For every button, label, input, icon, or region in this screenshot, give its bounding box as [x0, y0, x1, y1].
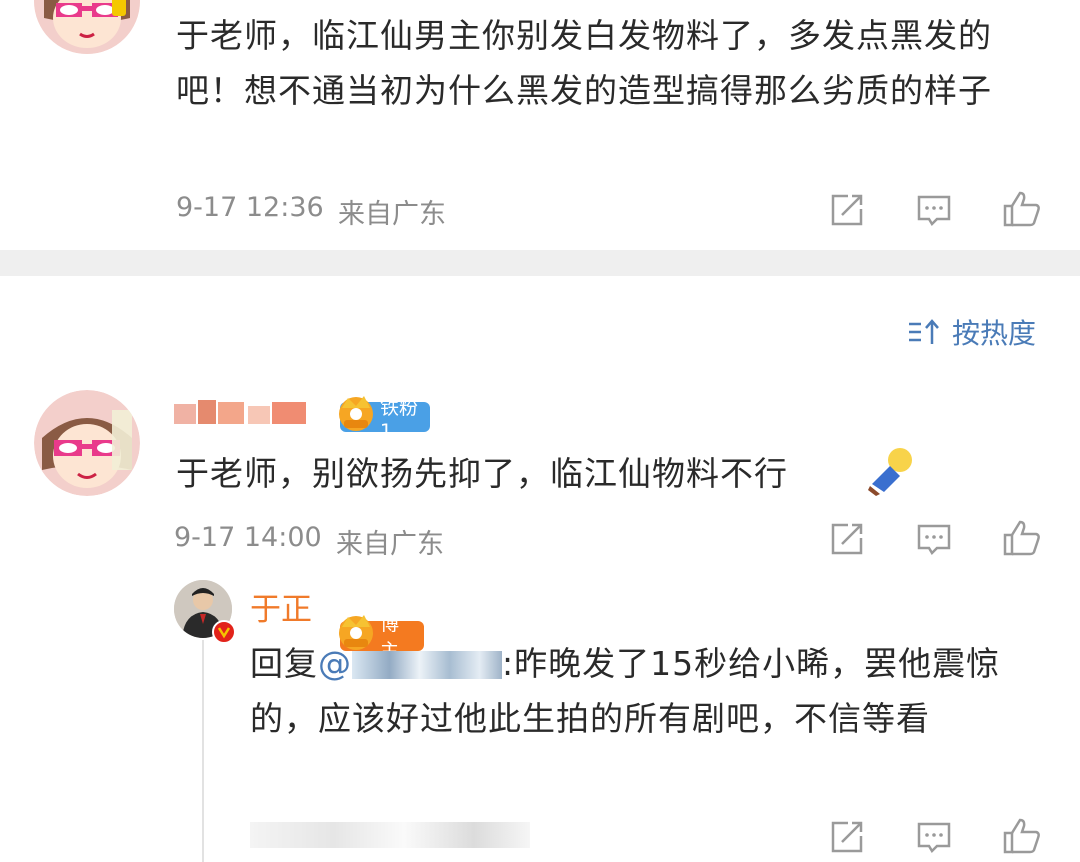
comment2-time: 9-17 14:00	[174, 522, 322, 553]
reply-meta-redacted	[250, 822, 530, 848]
sort-label: 按热度	[952, 317, 1037, 350]
like-button-3[interactable]	[1002, 816, 1042, 856]
comment-icon	[917, 822, 951, 854]
avatar-badge	[112, 0, 126, 16]
comment-icon	[917, 524, 951, 556]
comment1-time: 9-17 12:36	[176, 192, 324, 223]
comment-button-2[interactable]	[915, 520, 953, 558]
thumbs-up-icon	[1003, 520, 1040, 556]
redacted-mention	[352, 651, 502, 679]
section-divider	[0, 250, 1080, 276]
sticker-icon	[868, 448, 912, 496]
emoji-sticker	[866, 444, 918, 500]
comment2-location: 来自广东	[336, 529, 444, 560]
reply-username[interactable]: 于正	[250, 584, 312, 629]
sort-icon	[909, 319, 939, 344]
fan-badge: 铁粉1	[339, 396, 430, 442]
like-button-1[interactable]	[1002, 189, 1042, 229]
avatar-comment2[interactable]	[34, 390, 140, 496]
reply-mention[interactable]: @	[318, 644, 352, 683]
reply-prefix: 回复	[250, 644, 318, 683]
share-icon	[831, 821, 863, 853]
sort-toggle[interactable]: 按热度	[906, 312, 1036, 352]
like-button-2[interactable]	[1002, 518, 1042, 558]
share-button-3[interactable]	[828, 818, 866, 856]
comment-button-3[interactable]	[915, 818, 953, 856]
reply-text-block: 回复@:昨晚发了15秒给小晞，罢他震惊的，应该好过他此生拍的所有剧吧，不信等看	[250, 636, 1050, 746]
comment1-location: 来自广东	[338, 199, 446, 230]
thumbs-up-icon	[1003, 818, 1040, 854]
share-icon	[831, 523, 863, 555]
thumbs-up-icon	[1003, 191, 1040, 227]
share-icon	[831, 194, 863, 226]
share-button-2[interactable]	[828, 520, 866, 558]
comment-button-1[interactable]	[915, 191, 953, 229]
thread-line	[202, 640, 204, 862]
username-comment2[interactable]	[174, 398, 312, 428]
verified-badge-icon	[212, 620, 236, 644]
share-button-1[interactable]	[828, 191, 866, 229]
crown-icon	[339, 396, 373, 431]
fan-badge-label: 铁粉1	[380, 396, 419, 442]
comment2-text: 于老师，别欲扬先抑了，临江仙物料不行	[176, 454, 788, 493]
comment-icon	[917, 195, 951, 227]
comment1-text: 于老师，临江仙男主你别发白发物料了，多发点黑发的吧！想不通当初为什么黑发的造型搞…	[176, 16, 992, 110]
